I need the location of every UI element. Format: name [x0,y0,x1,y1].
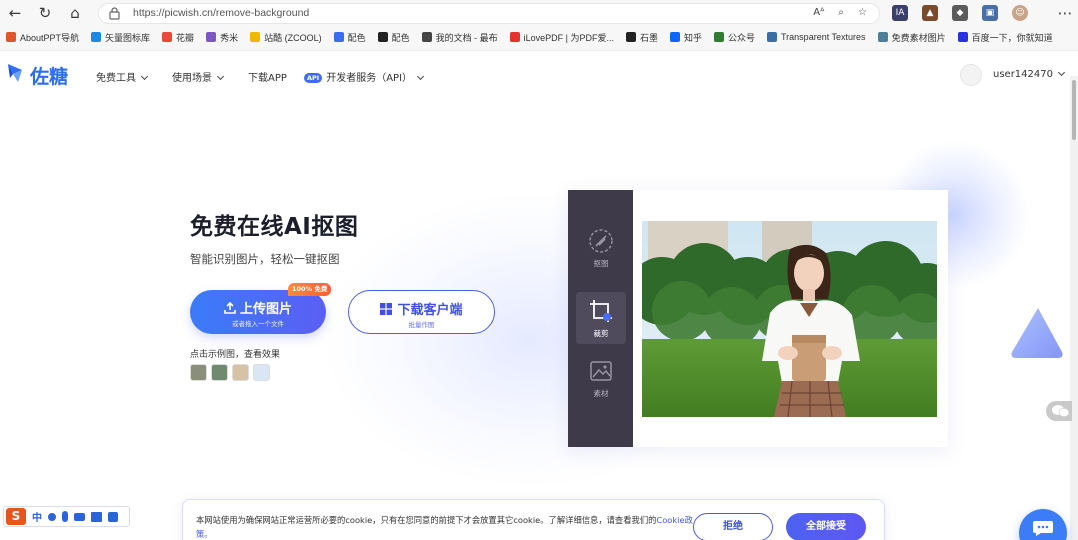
bookmark-favicon-icon [957,32,968,42]
tool-assets[interactable]: 素材 [576,352,626,402]
bookmark-item[interactable]: 矢量图标库 [91,31,150,44]
logo-icon[interactable] [6,62,24,84]
user-menu[interactable]: user142470 [993,68,1066,80]
bookmark-favicon-icon [767,32,778,42]
free-badge: 100% 免费 [288,283,332,296]
bookmark-item[interactable]: AboutPPT导航 [6,31,79,44]
profile-avatar-icon[interactable]: ☺ [1012,5,1028,21]
extension-icon[interactable]: ▲ [922,5,938,21]
home-icon[interactable]: ⌂ [64,4,86,22]
collections-icon[interactable]: ▣ [982,5,998,21]
extension-ia-icon[interactable]: IA [892,5,908,21]
bookmark-item[interactable]: 公众号 [714,31,755,44]
bookmark-favicon-icon [509,32,520,42]
chevron-down-icon [140,72,149,81]
image-icon [590,361,612,381]
refresh-icon[interactable]: ↻ [34,4,56,22]
bookmark-item[interactable]: iLovePDF | 为PDF爱... [509,31,614,44]
page-title: 免费在线AI抠图 [190,214,359,240]
chat-support-button[interactable] [1019,509,1067,540]
bookmark-favicon-icon [377,32,388,42]
bookmark-favicon-icon [333,32,344,42]
upload-icon [224,301,236,314]
bookmarks-bar: AboutPPT导航 矢量图标库 花瓣 秀米 站酷 (ZCOOL) 配色 配色 我的文档 - … [0,27,1078,47]
bookmark-item[interactable]: 石墨 [625,31,658,44]
bookmark-favicon-icon [714,32,724,42]
zoom-icon[interactable]: ⌕ [838,7,844,18]
api-icon: API [304,73,323,83]
tool-cutout[interactable]: 抠图 [576,222,626,272]
bookmark-favicon-icon [162,32,173,42]
nav-developer-api[interactable]: API 开发者服务（API） [304,69,425,84]
crop-icon [590,300,612,322]
bookmark-item[interactable]: 知乎 [669,31,702,44]
chevron-down-icon [417,72,425,81]
bookmark-item[interactable]: 花瓣 [162,31,194,44]
sample-thumbnail[interactable] [190,364,207,381]
sample-thumbnail[interactable] [253,364,270,381]
accept-all-cookies-button[interactable]: 全部接受 [786,513,866,540]
sogou-logo-icon[interactable]: S [6,508,26,525]
user-avatar[interactable] [960,64,982,86]
ime-toolbar[interactable]: S 中 [3,506,130,527]
sample-thumbnail[interactable] [211,364,228,381]
ime-mode-toggle[interactable]: 中 [32,509,42,524]
scrollbar-thumb[interactable] [1072,80,1076,140]
bookmark-favicon-icon [206,32,217,42]
chevron-down-icon [1057,68,1066,77]
wechat-float-button[interactable] [1046,401,1072,421]
bookmark-item[interactable]: 配色 [333,31,366,44]
decorative-triangle-icon [1011,308,1063,358]
bookmark-item[interactable]: 百度一下，你就知道 [957,31,1053,44]
bookmark-item[interactable]: 站酷 (ZCOOL) [250,31,322,44]
tool-crop[interactable]: 裁剪 [576,292,626,344]
bookmark-favicon-icon [91,32,102,42]
keyboard-icon[interactable] [74,512,85,521]
skin-shirt-icon[interactable] [91,511,102,522]
back-icon[interactable]: ← [4,4,26,22]
bookmark-item[interactable]: 秀米 [206,31,238,44]
bookmark-favicon-icon [625,32,636,42]
cookie-message: 本网站使用为确保网站正常运营所必要的cookie，只有在您同意的前提下才会放置其… [196,515,693,539]
url-text: https://picwish.cn/remove-background [133,7,310,19]
chevron-down-icon [216,72,225,81]
bookmark-item[interactable]: 免费素材图片 [877,31,946,44]
extensions-puzzle-icon[interactable]: ◆ [952,5,968,21]
address-bar[interactable]: https://picwish.cn/remove-background Aᴬ … [98,3,880,24]
demo-photo [642,221,937,417]
bookmark-favicon-icon [250,32,261,42]
bookmark-item[interactable]: 我的文档 - 最布 [421,31,498,44]
site-header [0,50,1078,100]
more-menu-icon[interactable]: ⋯ [1054,4,1076,22]
portrait-image [642,221,937,417]
sample-thumbnail[interactable] [232,364,249,381]
windows-icon [380,302,393,315]
chat-bubble-icon [1033,521,1053,536]
bookmark-favicon-icon [669,32,680,42]
wechat-icon [1052,405,1070,417]
nav-free-tools[interactable]: 免费工具 [96,69,149,84]
bookmark-favicon-icon [877,32,888,42]
cutout-icon [589,229,613,253]
upload-image-button[interactable]: 上传图片 或者拖入一个文件 [190,290,326,334]
nav-use-cases[interactable]: 使用场景 [172,69,225,84]
bookmark-favicon-icon [6,32,16,42]
favorite-icon[interactable]: ☆ [858,7,867,18]
bookmark-favicon-icon [421,32,432,42]
read-aloud-icon[interactable]: Aᴬ [813,7,824,18]
toolbox-grid-icon[interactable] [108,511,118,522]
reject-cookies-button[interactable]: 拒绝 [693,513,773,540]
logo-text[interactable]: 佐糖 [30,62,68,89]
samples-label: 点击示例图，查看效果 [190,350,281,360]
bookmark-item[interactable]: 配色 [377,31,410,44]
nav-download-app[interactable]: 下载APP [248,69,287,84]
download-client-button[interactable]: 下载客户端 批量作图 [348,290,495,334]
page-subtitle: 智能识别图片，轻松一键抠图 [190,252,340,266]
punctuation-icon[interactable] [48,512,56,521]
lock-icon [109,7,120,20]
microphone-icon[interactable] [62,511,68,522]
page-scrollbar[interactable] [1070,76,1078,540]
bookmark-item[interactable]: Transparent Textures [767,32,866,42]
